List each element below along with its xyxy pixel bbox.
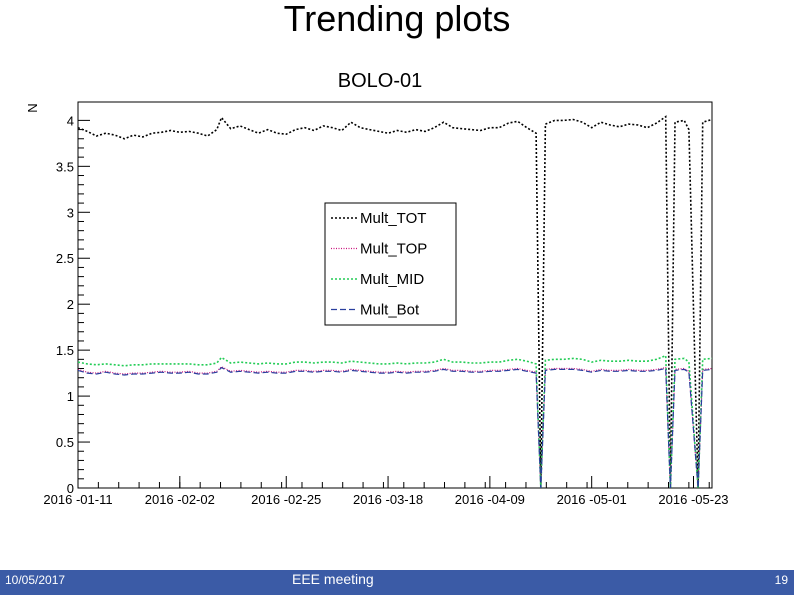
trend-chart: BOLO-01 N 00.511.522.533.54 2016 -01-11 2… (25, 70, 729, 507)
y-tick-label: 1 (67, 389, 74, 404)
footer-meeting: EEE meeting (292, 571, 374, 587)
x-tick-label: 2016 -03-18 (353, 492, 423, 507)
x-tick-label: 2016 -02-25 (251, 492, 321, 507)
y-axis: 00.511.522.533.54 (56, 113, 90, 496)
x-tick-label: 2016 -05-23 (658, 492, 728, 507)
series-line-mult-top (77, 365, 713, 489)
x-axis: 2016 -01-11 2016 -02-02 2016 -02-25 2016 -0… (43, 476, 729, 507)
legend-label: Mult_Bot (360, 302, 420, 319)
x-tick-label: 2016 -02-02 (145, 492, 215, 507)
chart-title: BOLO-01 (338, 70, 422, 92)
y-tick-label: 0.5 (56, 435, 74, 450)
y-axis-label: N (25, 103, 40, 112)
footer-bar: 10/05/2017 EEE meeting 19 (0, 570, 794, 595)
series-line-mult-mid (77, 354, 713, 489)
legend-label: Mult_TOT (360, 210, 426, 227)
footer-date: 10/05/2017 (5, 573, 66, 587)
y-tick-label: 4 (67, 113, 74, 128)
y-tick-label: 2.5 (56, 251, 74, 266)
x-tick-label: 2016 -01-11 (43, 492, 112, 507)
y-tick-label: 1.5 (56, 343, 74, 358)
y-tick-label: 2 (67, 297, 74, 312)
y-tick-label: 3 (67, 205, 74, 220)
legend-label: Mult_TOP (360, 241, 427, 258)
x-tick-label: 2016 -05-01 (557, 492, 627, 507)
page-number: 19 (774, 573, 788, 587)
legend: Mult_TOT Mult_TOP Mult_MID Mult_Bot (324, 202, 457, 326)
x-tick-label: 2016 -04-09 (455, 492, 525, 507)
y-tick-label: 3.5 (56, 159, 74, 174)
series-line-mult-bot (77, 366, 713, 489)
legend-label: Mult_MID (360, 271, 424, 288)
